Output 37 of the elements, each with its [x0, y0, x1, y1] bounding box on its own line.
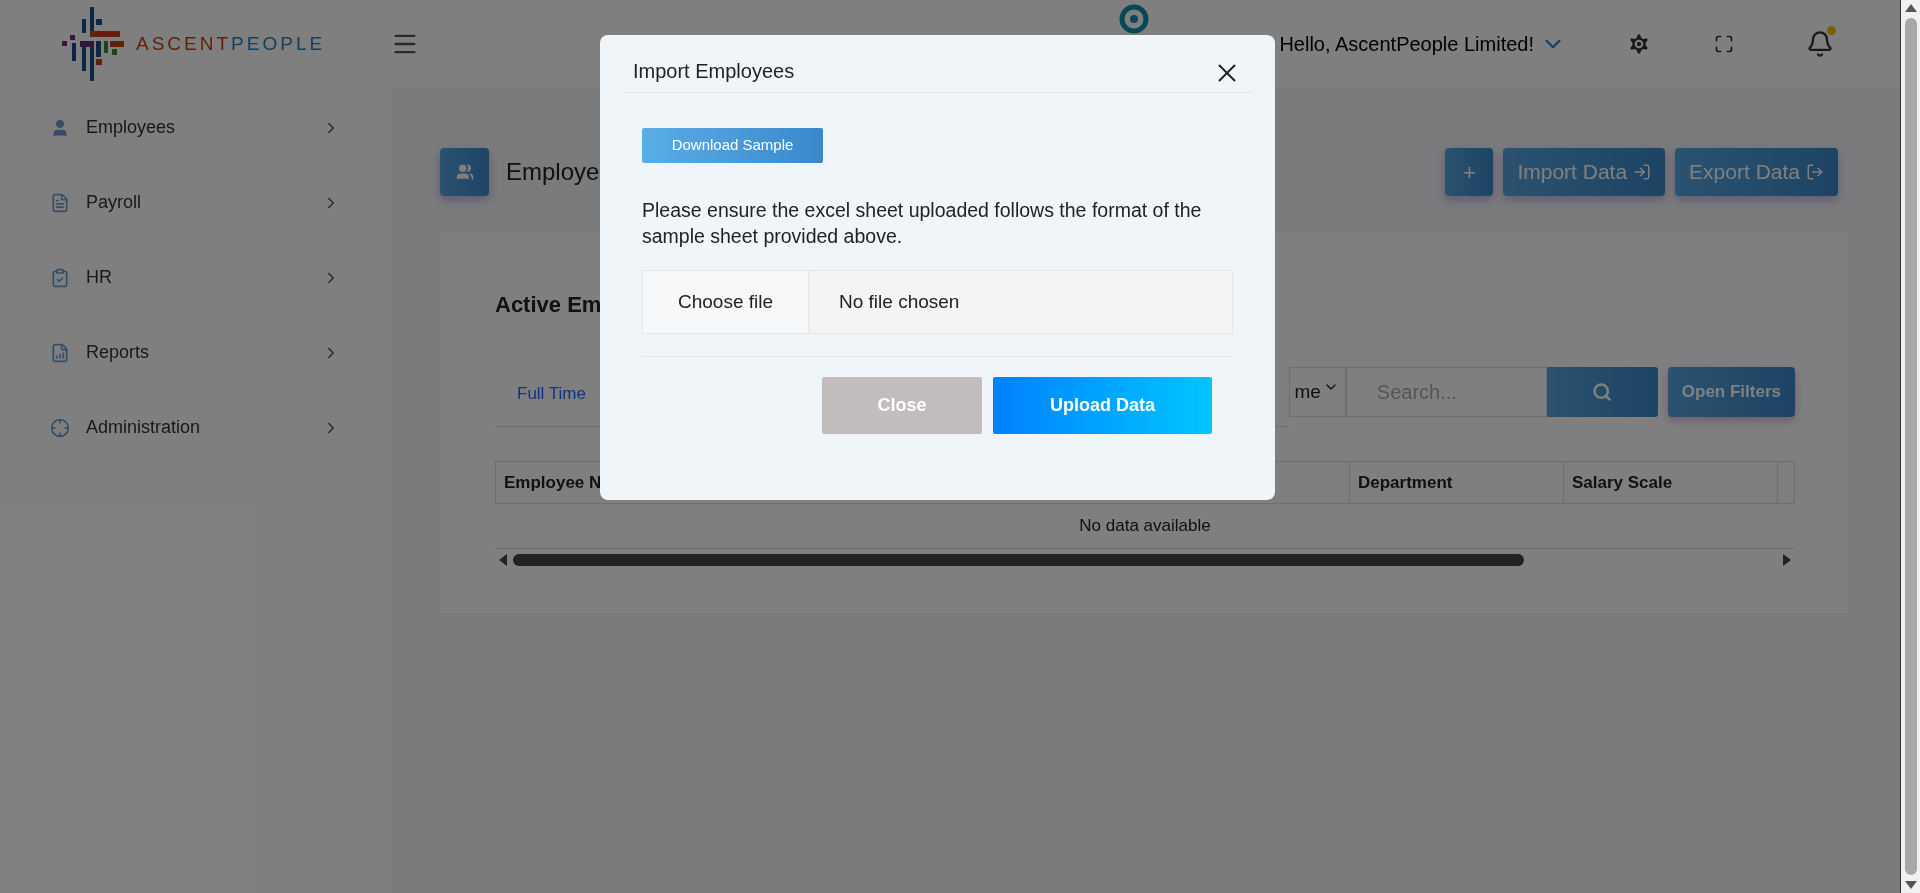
person-icon	[50, 117, 70, 138]
page-title: Employe	[506, 157, 600, 187]
file-input[interactable]: Choose file No file chosen	[642, 270, 1233, 334]
sign-out-icon	[1806, 163, 1824, 181]
column-header[interactable]: Department	[1350, 462, 1564, 503]
logo-icon	[62, 7, 124, 81]
bell-icon[interactable]	[1806, 30, 1834, 58]
sign-in-icon	[1633, 163, 1652, 181]
open-filters-button[interactable]: Open Filters	[1667, 367, 1795, 417]
import-data-button[interactable]: Import Data	[1503, 148, 1666, 196]
logo-text: ASCENT PEOPLE	[136, 31, 326, 56]
tab[interactable]: Full Time	[517, 380, 586, 407]
card-title: Active Em	[495, 291, 602, 319]
target-icon	[50, 417, 70, 438]
clipboard-check-icon	[50, 267, 70, 288]
add-button[interactable]: +	[1445, 148, 1494, 196]
users-icon	[455, 163, 474, 181]
sidebar-item[interactable]: HR	[0, 240, 392, 315]
sidebar-item[interactable]: Administration	[0, 390, 392, 465]
sidebar-item[interactable]: Payroll	[0, 165, 392, 240]
dialog-title: Import Employees	[633, 59, 795, 84]
instructions-text: Please ensure the excel sheet uploaded follows the format of the sample sheet provided above.	[642, 198, 1203, 249]
fullscreen-icon[interactable]	[1714, 34, 1734, 54]
vertical-scrollbar[interactable]	[1900, 0, 1920, 893]
document-icon	[50, 192, 70, 213]
greeting-text: Hello, AscentPeople Limited!	[1279, 32, 1534, 57]
ring-icon	[1119, 4, 1150, 34]
download-sample-button[interactable]: Download Sample	[642, 128, 823, 163]
report-icon	[50, 342, 70, 363]
export-data-button[interactable]: Export Data	[1675, 148, 1838, 196]
upload-data-button[interactable]: Upload Data	[993, 377, 1212, 434]
sidebar-item[interactable]: Employees	[0, 90, 392, 165]
search-icon	[1592, 382, 1613, 402]
column-header[interactable]: Salary Scale	[1564, 462, 1778, 503]
select-field[interactable]: me	[1289, 367, 1346, 417]
sidebar-item[interactable]: Reports	[0, 315, 392, 390]
empty-table-message: No data available	[495, 504, 1795, 549]
